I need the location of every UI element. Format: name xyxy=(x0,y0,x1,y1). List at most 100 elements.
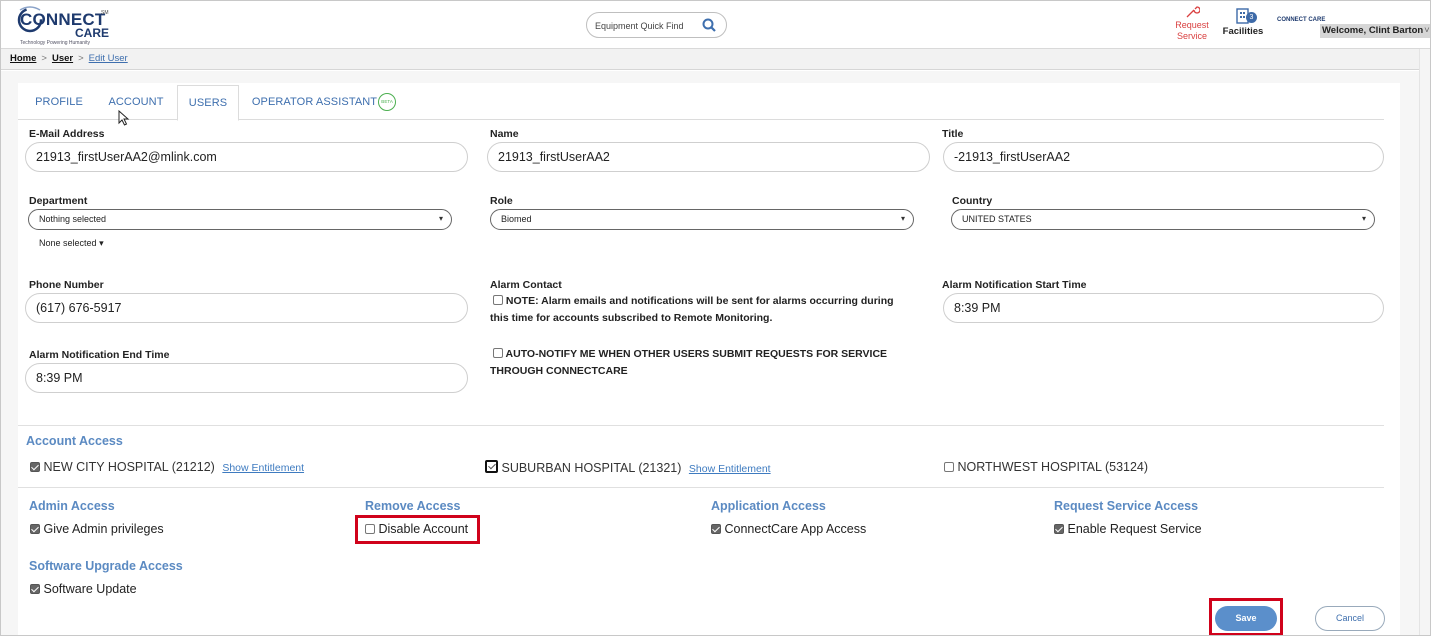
section-divider xyxy=(18,487,1384,488)
main-content: PROFILE ACCOUNT USERS OPERATOR ASSISTANT… xyxy=(0,71,1419,636)
connectcare-logo[interactable]: CONNECT SM CARE Technology Powering Huma… xyxy=(16,4,116,46)
logo-word-care: CARE xyxy=(75,26,110,40)
country-selected-value: UNITED STATES xyxy=(962,214,1032,224)
alarm-end-field[interactable] xyxy=(25,363,468,393)
hospital-new-city-checkbox[interactable] xyxy=(30,462,40,472)
alarm-contact-checkbox[interactable] xyxy=(493,295,503,305)
request-service-access-title: Request Service Access xyxy=(1054,499,1199,513)
alarm-start-field[interactable] xyxy=(943,293,1384,323)
phone-label: Phone Number xyxy=(29,279,104,291)
role-label: Role xyxy=(490,195,513,207)
title-input[interactable] xyxy=(954,150,1350,164)
software-update-option: Software Update xyxy=(30,582,137,596)
tab-profile[interactable]: PROFILE xyxy=(26,85,92,120)
user-menu[interactable]: Welcome, Clint Barton˅ xyxy=(1320,24,1431,38)
title-field[interactable] xyxy=(943,142,1384,172)
tab-account[interactable]: ACCOUNT xyxy=(102,85,170,120)
breadcrumb-user[interactable]: User xyxy=(52,53,73,64)
alarm-start-input[interactable] xyxy=(954,301,1350,315)
role-selected-value: Biomed xyxy=(501,214,532,224)
auto-notify-line1: AUTO-NOTIFY ME WHEN OTHER USERS SUBMIT R… xyxy=(505,348,888,360)
request-service-label-1: Request xyxy=(1175,20,1209,30)
department-select[interactable]: Nothing selected ▾ xyxy=(28,209,452,230)
disable-account-label: Disable Account xyxy=(378,522,469,536)
name-field[interactable] xyxy=(487,142,930,172)
account-mini-logo: CONNECT CARE xyxy=(1277,17,1326,23)
software-upgrade-access-title: Software Upgrade Access xyxy=(29,559,183,573)
welcome-text: Welcome, Clint Barton xyxy=(1322,25,1424,36)
alarm-contact-note: NOTE: Alarm emails and notifications wil… xyxy=(490,293,910,327)
department-label: Department xyxy=(29,195,88,207)
country-select[interactable]: UNITED STATES ▾ xyxy=(951,209,1375,230)
breadcrumb: Home > User > Edit User xyxy=(10,53,128,64)
alarm-end-input[interactable] xyxy=(36,371,433,385)
name-input[interactable] xyxy=(498,150,895,164)
email-field[interactable] xyxy=(25,142,468,172)
admin-access-title: Admin Access xyxy=(29,499,115,513)
hospital-suburban-checkbox[interactable] xyxy=(485,460,498,473)
tab-operator-assistant-label: OPERATOR ASSISTANT xyxy=(251,96,378,108)
auto-notify-checkbox[interactable] xyxy=(493,348,503,358)
software-update-label: Software Update xyxy=(43,582,137,596)
auto-notify-line2: THROUGH CONNECTCARE xyxy=(490,365,628,377)
tab-users[interactable]: USERS xyxy=(177,85,239,121)
breadcrumb-home[interactable]: Home xyxy=(10,53,36,64)
department-none-selected-label: None selected xyxy=(39,238,97,248)
show-entitlement-link[interactable]: Show Entitlement xyxy=(689,463,771,475)
hospital-new-city-label: NEW CITY HOSPITAL (21212) xyxy=(43,460,215,474)
tab-operator-assistant[interactable]: OPERATOR ASSISTANT BETA xyxy=(250,85,398,120)
caret-down-icon: ▾ xyxy=(1361,214,1366,223)
wrench-icon xyxy=(1186,6,1200,18)
email-input[interactable] xyxy=(36,150,433,164)
search-input[interactable] xyxy=(595,18,695,33)
tab-bar: PROFILE ACCOUNT USERS OPERATOR ASSISTANT… xyxy=(18,85,1384,121)
hospital-suburban-label: SUBURBAN HOSPITAL (21321) xyxy=(501,461,682,475)
breadcrumb-bar: Home > User > Edit User xyxy=(0,49,1419,70)
alarm-contact-note-line1: NOTE: Alarm emails and notifications wil… xyxy=(505,295,894,307)
equipment-quick-find[interactable] xyxy=(586,12,727,38)
admin-checkbox[interactable] xyxy=(30,524,40,534)
role-select[interactable]: Biomed ▾ xyxy=(490,209,914,230)
auto-notify-option: AUTO-NOTIFY ME WHEN OTHER USERS SUBMIT R… xyxy=(490,346,920,380)
save-button[interactable]: Save xyxy=(1215,606,1277,631)
app-access-checkbox[interactable] xyxy=(711,524,721,534)
department-selected-value: Nothing selected xyxy=(39,214,107,224)
breadcrumb-separator: > xyxy=(41,53,47,64)
admin-option-label: Give Admin privileges xyxy=(43,522,164,536)
phone-field[interactable] xyxy=(25,293,468,323)
edit-user-card: PROFILE ACCOUNT USERS OPERATOR ASSISTANT… xyxy=(18,83,1400,636)
request-service-button[interactable]: Request Service xyxy=(1172,4,1212,44)
department-none-selected[interactable]: None selected ▾ xyxy=(39,238,104,249)
breadcrumb-edit-user[interactable]: Edit User xyxy=(89,53,128,64)
software-update-checkbox[interactable] xyxy=(30,584,40,594)
request-service-checkbox[interactable] xyxy=(1054,524,1064,534)
facilities-count-badge: 3 xyxy=(1246,12,1257,23)
page-scrollbar[interactable] xyxy=(1419,49,1431,636)
facilities-label: Facilities xyxy=(1222,26,1264,37)
show-entitlement-link[interactable]: Show Entitlement xyxy=(222,462,304,474)
facilities-button[interactable]: 3 Facilities xyxy=(1222,6,1264,42)
email-label: E-Mail Address xyxy=(29,128,105,140)
phone-input[interactable] xyxy=(36,301,433,315)
hospital-northwest-checkbox[interactable] xyxy=(944,462,954,472)
section-divider xyxy=(18,425,1384,426)
request-service-label-2: Service xyxy=(1176,31,1207,41)
app-access-label: ConnectCare App Access xyxy=(724,522,867,536)
request-service-option-label: Enable Request Service xyxy=(1067,522,1202,536)
logo-tagline: Technology Powering Humanity xyxy=(20,40,91,46)
cancel-button[interactable]: Cancel xyxy=(1315,606,1385,631)
disable-account-checkbox[interactable] xyxy=(365,524,375,534)
hospital-northwest-label: NORTHWEST HOSPITAL (53124) xyxy=(957,460,1149,474)
breadcrumb-separator: > xyxy=(78,53,84,64)
alarm-contact-label: Alarm Contact xyxy=(490,279,562,291)
request-service-option: Enable Request Service xyxy=(1054,522,1202,536)
alarm-end-label: Alarm Notification End Time xyxy=(29,349,170,361)
disable-account-option: Disable Account xyxy=(365,522,468,536)
caret-down-icon: ▾ xyxy=(99,238,104,248)
mouse-cursor-icon xyxy=(118,110,130,126)
country-label: Country xyxy=(952,195,993,207)
search-icon[interactable] xyxy=(702,18,716,32)
beta-badge-icon: BETA xyxy=(378,93,397,112)
app-access-option: ConnectCare App Access xyxy=(711,522,866,536)
logo-sm-mark: SM xyxy=(101,10,109,16)
